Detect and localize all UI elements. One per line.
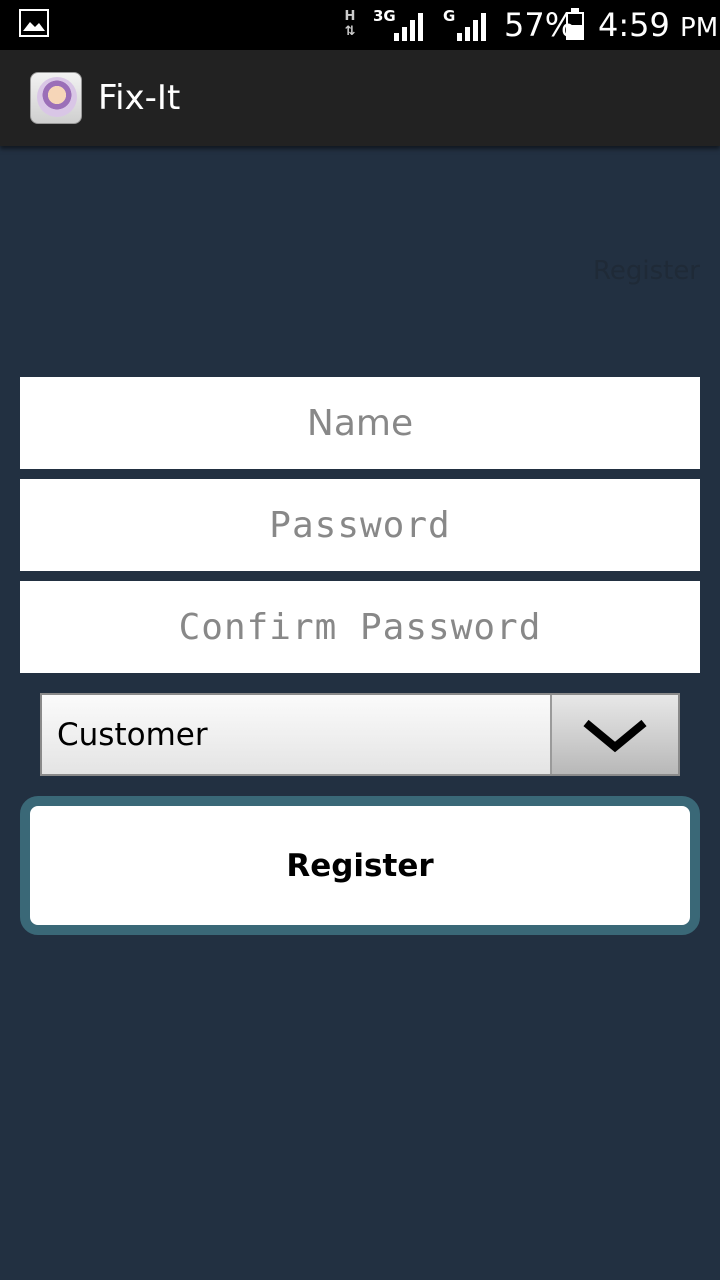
data-activity-icon: ⇅ xyxy=(344,24,356,39)
register-button[interactable]: Register xyxy=(20,796,700,935)
image-notification-icon xyxy=(19,9,49,37)
chevron-down-icon[interactable] xyxy=(552,695,678,774)
app-title: Fix-It xyxy=(98,78,181,118)
network-type-g: G xyxy=(443,7,456,25)
action-bar: Fix-It xyxy=(0,50,720,146)
network-type-3g: 3G xyxy=(373,7,396,25)
status-bar: H ⇅ 3G G 57% 4:59 PM xyxy=(0,0,720,50)
name-input[interactable]: Name xyxy=(20,377,700,469)
confirm-password-input[interactable]: Confirm Password xyxy=(20,581,700,673)
clock-suffix: PM xyxy=(680,13,719,43)
clock: 4:59 PM xyxy=(598,6,718,44)
network-type-h: H ⇅ xyxy=(340,9,360,41)
battery-percent: 57% xyxy=(504,6,576,44)
user-type-dropdown[interactable]: Customer xyxy=(40,693,680,776)
register-heading: Register xyxy=(592,256,700,286)
battery-icon xyxy=(566,8,584,40)
user-type-selected[interactable]: Customer xyxy=(42,695,552,774)
password-input[interactable]: Password xyxy=(20,479,700,571)
signal-strength-icon-2 xyxy=(457,11,489,41)
signal-strength-icon xyxy=(394,11,426,41)
app-logo-icon[interactable] xyxy=(30,72,82,124)
clock-time: 4:59 xyxy=(598,6,670,44)
